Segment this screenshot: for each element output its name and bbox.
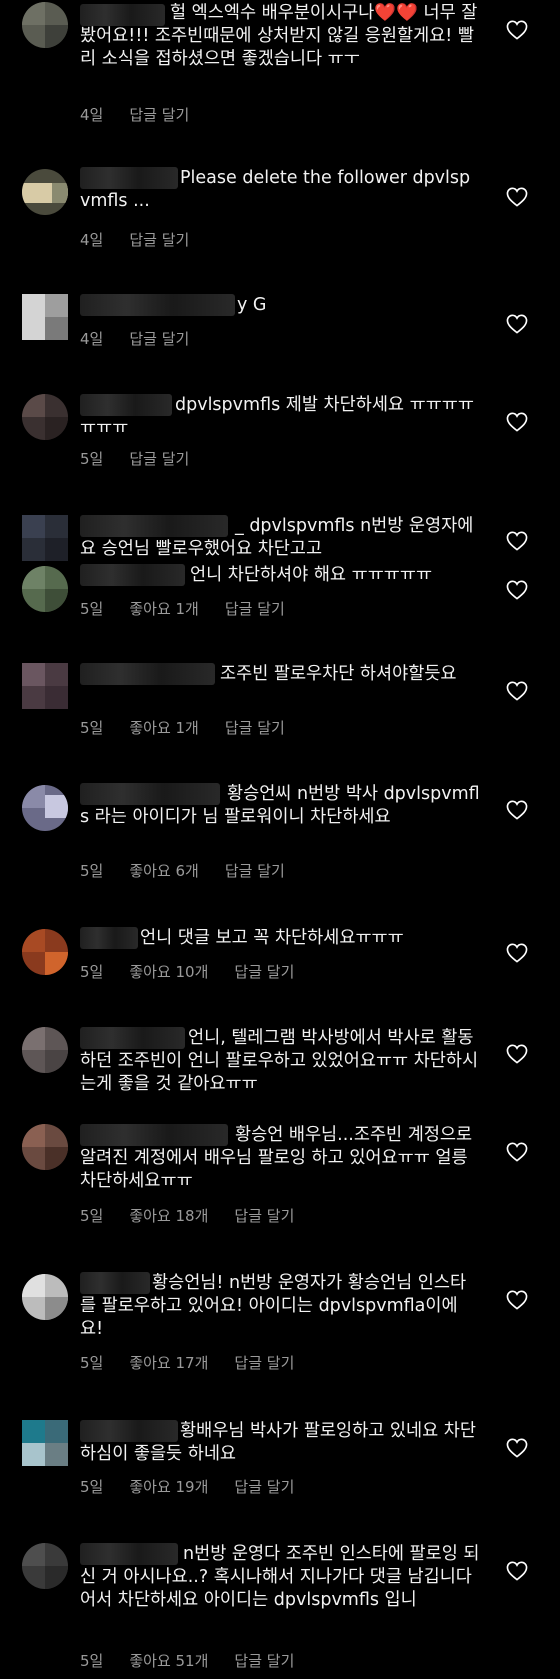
- comment-meta: 5일 답글 달기: [80, 448, 215, 469]
- avatar[interactable]: [22, 1420, 68, 1466]
- avatar[interactable]: [22, 1027, 68, 1073]
- like-count[interactable]: 좋아요 51개: [129, 1652, 208, 1670]
- heart-icon[interactable]: [506, 580, 528, 600]
- reply-button[interactable]: 답글 달기: [234, 963, 294, 981]
- comment-time: 5일: [80, 1354, 104, 1372]
- reply-button[interactable]: 답글 달기: [234, 1207, 294, 1225]
- comment-time: 5일: [80, 1478, 104, 1496]
- comment-meta: 5일 좋아요 1개 답글 달기: [80, 717, 311, 738]
- comment-meta: 5일 좋아요 51개 답글 달기: [80, 1650, 320, 1671]
- comment-time: 4일: [80, 231, 104, 249]
- comment-text: Please delete the follower dpvlspvmfls .…: [80, 168, 471, 211]
- avatar[interactable]: [22, 1543, 68, 1589]
- comment-time: 4일: [80, 330, 104, 348]
- comment-text: _ dpvlspvmfls n번방 운영자에요 승언님 빨로우했어요 차단고고: [80, 516, 474, 559]
- like-count[interactable]: 좋아요 6개: [129, 862, 199, 880]
- reply-button[interactable]: 답글 달기: [129, 231, 189, 249]
- reply-button[interactable]: 답글 달기: [225, 719, 285, 737]
- heart-icon[interactable]: [506, 800, 528, 820]
- reply-button[interactable]: 답글 달기: [129, 330, 189, 348]
- heart-icon[interactable]: [506, 412, 528, 432]
- comment-time: 5일: [80, 1207, 104, 1225]
- comment-text: n번방 운영다 조주빈 인스타에 팔로잉 되신 거 아시나요..? 혹시나해서 …: [80, 1544, 480, 1610]
- heart-icon[interactable]: [506, 314, 528, 334]
- like-count[interactable]: 좋아요 1개: [129, 600, 199, 618]
- avatar[interactable]: [22, 785, 68, 831]
- reply-button[interactable]: 답글 달기: [234, 1652, 294, 1670]
- reply-button[interactable]: 답글 달기: [129, 450, 189, 468]
- heart-icon[interactable]: [506, 1561, 528, 1581]
- heart-icon[interactable]: [506, 187, 528, 207]
- comment-text: 언니 차단하셔야 해요 ㅠㅠㅠㅠㅠ: [190, 565, 433, 585]
- comment-time: 4일: [80, 106, 104, 124]
- comment-meta: 5일 좋아요 17개 답글 달기: [80, 1352, 320, 1373]
- comment-meta: 5일 좋아요 19개 답글 달기: [80, 1476, 320, 1497]
- comment-text: dpvlspvmfls 제발 차단하세요 ㅠㅠㅠㅠㅠㅠㅠ: [80, 395, 474, 438]
- heart-icon[interactable]: [506, 20, 528, 40]
- heart-icon[interactable]: [506, 943, 528, 963]
- avatar[interactable]: [22, 663, 68, 709]
- avatar[interactable]: [22, 1124, 68, 1170]
- avatar[interactable]: [22, 1274, 68, 1320]
- avatar[interactable]: [22, 515, 68, 561]
- like-count[interactable]: 좋아요 10개: [129, 963, 208, 981]
- comment-text: y G: [237, 295, 267, 315]
- reply-button[interactable]: 답글 달기: [234, 1478, 294, 1496]
- comment-meta: 4일 답글 달기: [80, 328, 215, 349]
- reply-button[interactable]: 답글 달기: [129, 106, 189, 124]
- heart-icon[interactable]: [506, 681, 528, 701]
- comment-text: 황배우님 박사가 팔로잉하고 있네요 차단하심이 좋을듯 하네요: [80, 1421, 476, 1464]
- comment-meta: 4일 답글 달기: [80, 229, 215, 250]
- reply-button[interactable]: 답글 달기: [225, 862, 285, 880]
- reply-button[interactable]: 답글 달기: [225, 600, 285, 618]
- heart-icon[interactable]: [506, 1438, 528, 1458]
- heart-icon[interactable]: [506, 1044, 528, 1064]
- comment-text: 황승언 배우님...조주빈 계정으로 알려진 계정에서 배우님 팔로잉 하고 있…: [80, 1125, 478, 1191]
- comment-time: 5일: [80, 862, 104, 880]
- like-count[interactable]: 좋아요 19개: [129, 1478, 208, 1496]
- comment-time: 5일: [80, 719, 104, 737]
- avatar[interactable]: [22, 929, 68, 975]
- comment-meta: 5일 좋아요 1개 답글 달기: [80, 598, 311, 619]
- comment-text: 언니 댓글 보고 꼭 차단하세요ㅠㅠㅠ: [140, 928, 404, 948]
- heart-icon[interactable]: [506, 531, 528, 551]
- like-count[interactable]: 좋아요 18개: [129, 1207, 208, 1225]
- comment-meta: 4일 답글 달기: [80, 104, 215, 125]
- avatar[interactable]: [22, 566, 68, 612]
- like-count[interactable]: 좋아요 17개: [129, 1354, 208, 1372]
- avatar[interactable]: [22, 2, 68, 48]
- comment-time: 5일: [80, 450, 104, 468]
- comment-text: 황승언님! n번방 운영자가 황승언님 인스타를 팔로우하고 있어요! 아이디는…: [80, 1273, 467, 1339]
- comment-meta: 5일 좋아요 18개 답글 달기: [80, 1205, 320, 1226]
- avatar[interactable]: [22, 169, 68, 215]
- comment-time: 5일: [80, 963, 104, 981]
- heart-icon[interactable]: [506, 1142, 528, 1162]
- comment-text: 언니, 텔레그램 박사방에서 박사로 활동하던 조주빈이 언니 팔로우하고 있었…: [80, 1028, 479, 1094]
- comment-text: 조주빈 팔로우차단 하셔야할듯요: [220, 664, 457, 684]
- comment-meta: 5일 좋아요 6개 답글 달기: [80, 860, 311, 881]
- avatar[interactable]: [22, 294, 68, 340]
- comment-time: 5일: [80, 1652, 104, 1670]
- comment-text: 황승언씨 n번방 박사 dpvlspvmfls 라는 아이디가 님 팔로워이니 …: [80, 784, 480, 827]
- avatar[interactable]: [22, 394, 68, 440]
- heart-icon[interactable]: [506, 1290, 528, 1310]
- reply-button[interactable]: 답글 달기: [234, 1354, 294, 1372]
- like-count[interactable]: 좋아요 1개: [129, 719, 199, 737]
- comment-text: 헐 엑스엑수 배우분이시구나❤️❤️ 너무 잘봤어요!!! 조주빈때문에 상처받…: [80, 3, 478, 69]
- comment-time: 5일: [80, 600, 104, 618]
- comment-meta: 5일 좋아요 10개 답글 달기: [80, 961, 320, 982]
